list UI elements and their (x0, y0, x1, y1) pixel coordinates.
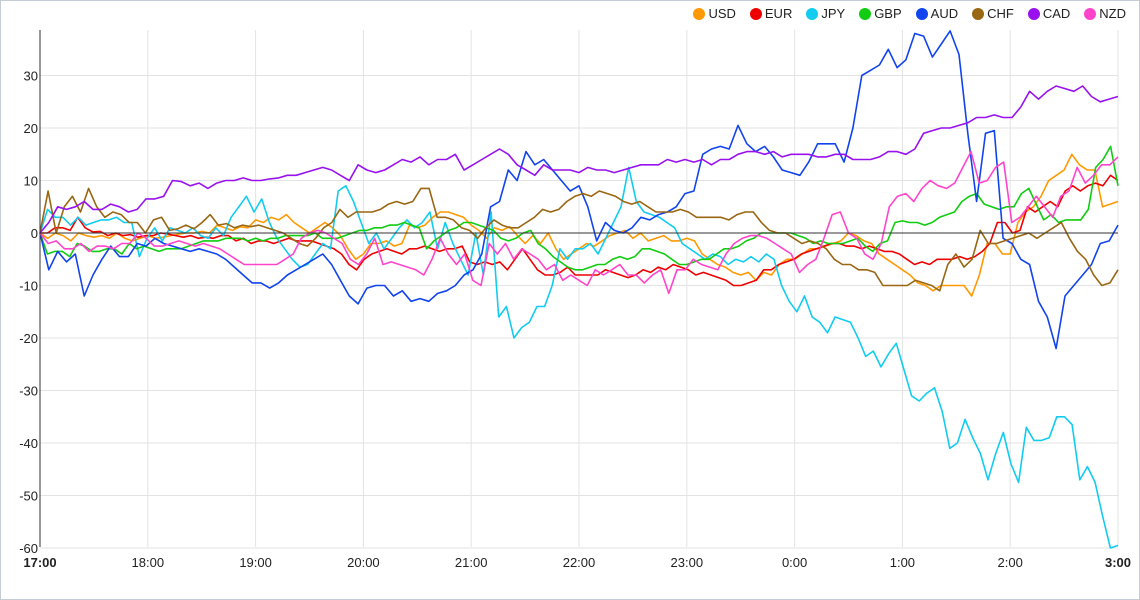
grid-lines (40, 30, 1119, 549)
x-tick-label: 17:00 (23, 555, 56, 570)
y-tick-label: -40 (19, 436, 38, 451)
y-tick-label: 0 (31, 226, 38, 241)
x-tick-label: 23:00 (671, 555, 704, 570)
y-tick-label: 30 (24, 69, 38, 84)
x-tick-label: 22:00 (563, 555, 596, 570)
x-tick-label: 19:00 (239, 555, 272, 570)
y-tick-label: 20 (24, 121, 38, 136)
x-tick-label: 20:00 (347, 555, 380, 570)
x-tick-label: 1:00 (890, 555, 915, 570)
y-tick-label: -60 (19, 541, 38, 556)
x-tick-label: 2:00 (998, 555, 1023, 570)
x-tick-label: 3:00 (1105, 555, 1131, 570)
line-chart: 30 20 10 0 -10 -20 -30 -40 -50 -60 17:00 18:00 19:0… (19, 30, 1131, 570)
y-tick-label: 10 (24, 174, 38, 189)
x-tick-label: 21:00 (455, 555, 488, 570)
x-axis-ticks: 17:00 18:00 19:00 20:00 21:00 22:00 23:00 0:00 1… (23, 555, 1131, 570)
y-axis-ticks: 30 20 10 0 -10 -20 -30 -40 -50 -60 (19, 69, 38, 557)
y-tick-label: -10 (19, 279, 38, 294)
x-tick-label: 0:00 (782, 555, 807, 570)
x-tick-label: 18:00 (132, 555, 165, 570)
y-tick-label: -30 (19, 384, 38, 399)
y-tick-label: -20 (19, 331, 38, 346)
y-tick-label: -50 (19, 489, 38, 504)
